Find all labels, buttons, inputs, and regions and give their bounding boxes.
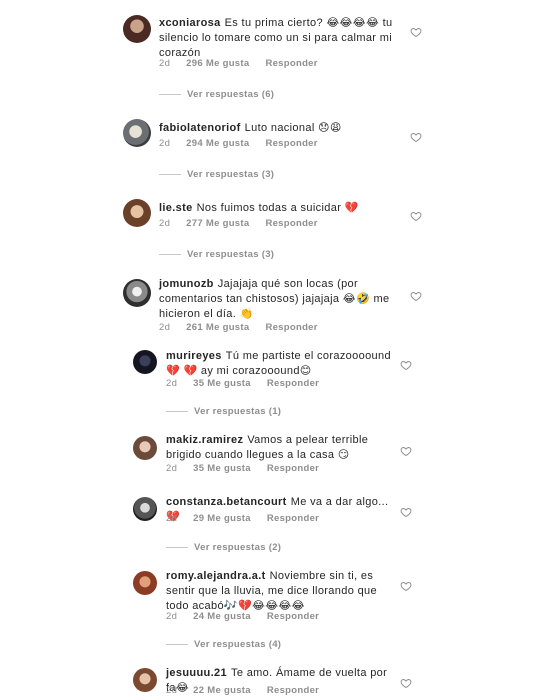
avatar[interactable]	[123, 199, 151, 227]
comment-meta: 2d 22 Me gusta Responder	[166, 685, 319, 696]
comment-age: 2d	[159, 138, 171, 149]
comment-likes[interactable]: 35 Me gusta	[193, 463, 251, 474]
comment-text: Nos fuimos todas a suicidar 💔	[196, 202, 359, 214]
comment-age: 2d	[166, 378, 178, 389]
comment-meta: 2d 29 Me gusta Responder	[166, 513, 319, 524]
comment-username[interactable]: jomunozb	[159, 278, 214, 290]
comment-meta: 2d 24 Me gusta Responder	[166, 611, 319, 622]
comment-age: 2d	[166, 611, 178, 622]
view-replies-label: Ver respuestas (3)	[187, 169, 275, 180]
avatar[interactable]	[133, 571, 157, 595]
heart-outline-icon[interactable]	[400, 580, 412, 592]
heart-outline-icon[interactable]	[400, 677, 412, 689]
comment-meta: 2d 294 Me gusta Responder	[159, 138, 318, 149]
view-replies-button[interactable]: Ver respuestas (6)	[159, 89, 274, 100]
comment-likes[interactable]: 261 Me gusta	[186, 322, 249, 333]
view-replies-button[interactable]: Ver respuestas (3)	[159, 249, 274, 260]
divider-line	[159, 253, 181, 255]
divider-line	[166, 546, 188, 548]
comment-likes[interactable]: 294 Me gusta	[186, 138, 249, 149]
view-replies-button[interactable]: Ver respuestas (2)	[166, 542, 281, 553]
comment-username[interactable]: fabiolatenoriof	[159, 122, 241, 134]
comment-age: 2d	[166, 463, 178, 474]
comment-age: 2d	[159, 218, 171, 229]
comment-body: jomunozb Jajajaja qué son locas (por come…	[159, 277, 399, 322]
comment-username[interactable]: romy.alejandra.a.t	[166, 570, 266, 582]
view-replies-button[interactable]: Ver respuestas (1)	[166, 406, 281, 417]
comment-meta: 2d 261 Me gusta Responder	[159, 322, 318, 333]
comment-age: 2d	[159, 322, 171, 333]
reply-button[interactable]: Responder	[265, 218, 317, 229]
comment-body: makiz.ramirez Vamos a pelear terrible bri…	[166, 433, 396, 463]
comment-meta: 2d 296 Me gusta Responder	[159, 58, 318, 69]
comment-username[interactable]: makiz.ramirez	[166, 434, 243, 446]
comment-body: lie.ste Nos fuimos todas a suicidar 💔	[159, 201, 399, 216]
avatar[interactable]	[133, 668, 157, 692]
comment-username[interactable]: murireyes	[166, 350, 222, 362]
comment-body: fabiolatenoriof Luto nacional 😞😩	[159, 121, 399, 136]
comment-meta: 2d 35 Me gusta Responder	[166, 378, 319, 389]
view-replies-button[interactable]: Ver respuestas (4)	[166, 639, 281, 650]
divider-line	[159, 173, 181, 175]
comment-likes[interactable]: 22 Me gusta	[193, 685, 251, 696]
divider-line	[159, 93, 181, 95]
avatar[interactable]	[123, 15, 151, 43]
comment-body: romy.alejandra.a.t Noviembre sin ti, es s…	[166, 569, 396, 614]
comment-likes[interactable]: 296 Me gusta	[186, 58, 249, 69]
comment-age: 2d	[166, 513, 178, 524]
reply-button[interactable]: Responder	[265, 322, 317, 333]
view-replies-label: Ver respuestas (3)	[187, 249, 275, 260]
comment-meta: 2d 277 Me gusta Responder	[159, 218, 318, 229]
reply-button[interactable]: Responder	[267, 378, 319, 389]
comment-age: 2d	[159, 58, 171, 69]
heart-outline-icon[interactable]	[410, 26, 422, 38]
comment-body: murireyes Tú me partiste el corazoooound💔…	[166, 349, 396, 379]
view-replies-label: Ver respuestas (1)	[194, 406, 282, 417]
divider-line	[166, 643, 188, 645]
avatar[interactable]	[133, 497, 157, 521]
comment-body: xconiarosa Es tu prima cierto? 😂😂😂😂 tu si…	[159, 16, 399, 61]
view-replies-button[interactable]: Ver respuestas (3)	[159, 169, 274, 180]
divider-line	[166, 410, 188, 412]
view-replies-label: Ver respuestas (6)	[187, 89, 275, 100]
heart-outline-icon[interactable]	[410, 290, 422, 302]
avatar[interactable]	[123, 119, 151, 147]
comment-username[interactable]: lie.ste	[159, 202, 193, 214]
reply-button[interactable]: Responder	[265, 138, 317, 149]
avatar[interactable]	[123, 279, 151, 307]
comment-username[interactable]: constanza.betancourt	[166, 496, 287, 508]
comment-likes[interactable]: 35 Me gusta	[193, 378, 251, 389]
comment-username[interactable]: jesuuuu.21	[166, 667, 227, 679]
reply-button[interactable]: Responder	[267, 463, 319, 474]
reply-button[interactable]: Responder	[265, 58, 317, 69]
comment-likes[interactable]: 24 Me gusta	[193, 611, 251, 622]
heart-outline-icon[interactable]	[410, 210, 422, 222]
reply-button[interactable]: Responder	[267, 611, 319, 622]
heart-outline-icon[interactable]	[400, 359, 412, 371]
view-replies-label: Ver respuestas (4)	[194, 639, 282, 650]
heart-outline-icon[interactable]	[400, 506, 412, 518]
heart-outline-icon[interactable]	[400, 445, 412, 457]
comment-age: 2d	[166, 685, 178, 696]
avatar[interactable]	[133, 436, 157, 460]
comment-likes[interactable]: 29 Me gusta	[193, 513, 251, 524]
comment-likes[interactable]: 277 Me gusta	[186, 218, 249, 229]
comment-username[interactable]: xconiarosa	[159, 17, 221, 29]
comment-text: Luto nacional 😞😩	[244, 122, 342, 134]
avatar[interactable]	[133, 350, 157, 374]
reply-button[interactable]: Responder	[267, 685, 319, 696]
heart-outline-icon[interactable]	[410, 131, 422, 143]
reply-button[interactable]: Responder	[267, 513, 319, 524]
comment-meta: 2d 35 Me gusta Responder	[166, 463, 319, 474]
view-replies-label: Ver respuestas (2)	[194, 542, 282, 553]
